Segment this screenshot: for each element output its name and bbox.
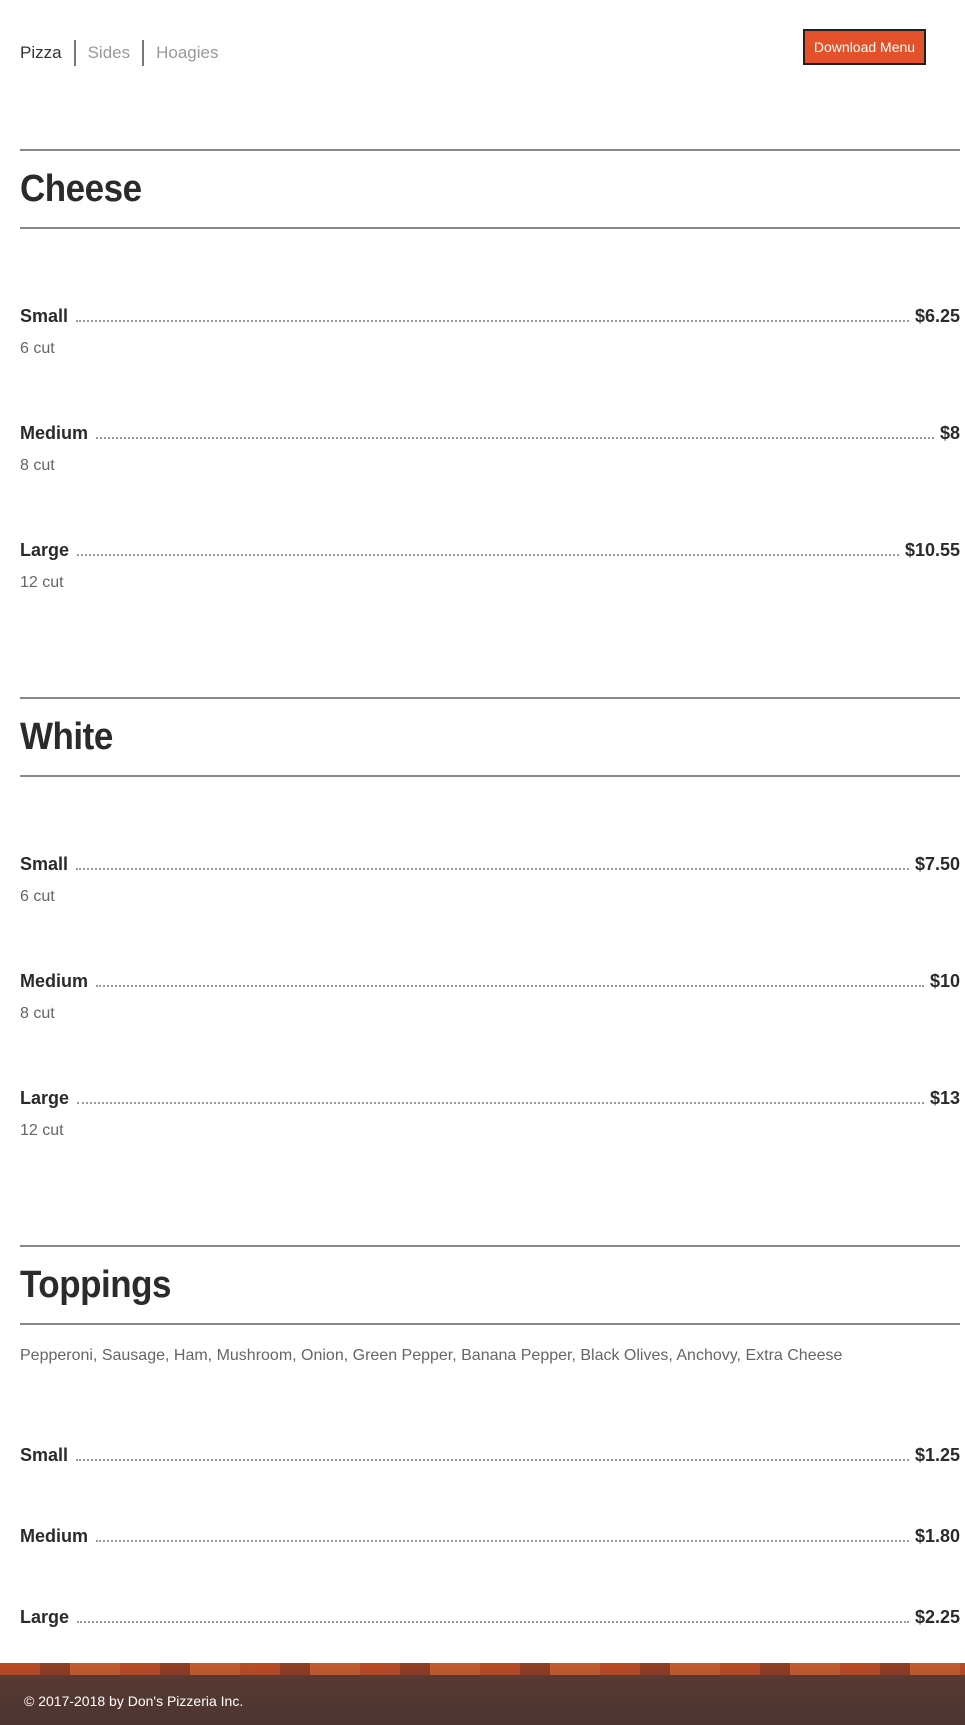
- download-menu-button[interactable]: Download Menu: [803, 29, 926, 65]
- dot-leader: [77, 1102, 924, 1104]
- item-description: 8 cut: [20, 457, 55, 474]
- item-price: $1.25: [914, 1445, 960, 1465]
- dot-leader: [77, 1621, 909, 1623]
- footer: © 2017-2018 by Don's Pizzeria Inc.: [0, 1663, 965, 1725]
- item-price: $10: [929, 971, 960, 991]
- item-name: Small: [20, 306, 69, 326]
- section-title: Toppings: [20, 1263, 172, 1306]
- item-name: Large: [20, 1088, 70, 1108]
- item-name: Medium: [20, 423, 89, 443]
- menu-item: Large $10.55 12 cut: [20, 537, 960, 592]
- item-description: 6 cut: [20, 340, 55, 357]
- section-title: Cheese: [20, 167, 142, 210]
- menu-item: Large $2.25: [20, 1604, 960, 1628]
- section-header: Toppings: [20, 1245, 960, 1325]
- menu-item: Medium $10 8 cut: [20, 968, 960, 1023]
- item-description: 12 cut: [20, 574, 64, 591]
- item-name: Medium: [20, 1526, 89, 1546]
- footer-image-strip: [0, 1663, 965, 1675]
- section-header: Cheese: [20, 149, 960, 229]
- top-bar: Pizza Sides Hoagies Download Menu: [0, 0, 965, 110]
- item-description: 12 cut: [20, 1122, 64, 1139]
- item-price: $8: [939, 423, 960, 443]
- section-title: White: [20, 715, 113, 758]
- dot-leader: [76, 1459, 909, 1461]
- item-name: Large: [20, 1607, 70, 1627]
- menu-item: Medium $1.80: [20, 1523, 960, 1547]
- section-white: White Small $7.50 6 cut Medium $10 8 cut…: [20, 697, 960, 1139]
- section-cheese: Cheese Small $6.25 6 cut Medium $8 8 cut…: [20, 149, 960, 591]
- item-name: Large: [20, 540, 70, 560]
- item-description: 6 cut: [20, 888, 55, 905]
- tab-pizza[interactable]: Pizza: [20, 40, 74, 66]
- menu-item: Small $7.50 6 cut: [20, 851, 960, 906]
- menu-item: Small $1.25: [20, 1442, 960, 1466]
- dot-leader: [96, 985, 924, 987]
- item-price: $1.80: [914, 1526, 960, 1546]
- menu-item: Small $6.25 6 cut: [20, 303, 960, 358]
- menu-tabs: Pizza Sides Hoagies: [20, 40, 230, 66]
- item-price: $2.25: [914, 1607, 960, 1627]
- menu-item: Large $13 12 cut: [20, 1085, 960, 1140]
- item-price: $7.50: [914, 854, 960, 874]
- dot-leader: [76, 320, 909, 322]
- section-header: White: [20, 697, 960, 777]
- item-name: Medium: [20, 971, 89, 991]
- dot-leader: [96, 1540, 909, 1542]
- tab-hoagies[interactable]: Hoagies: [144, 40, 230, 66]
- item-price: $13: [929, 1088, 960, 1108]
- section-toppings: Toppings Pepperoni, Sausage, Ham, Mushro…: [20, 1245, 960, 1627]
- dot-leader: [76, 868, 909, 870]
- dot-leader: [77, 554, 899, 556]
- item-price: $6.25: [914, 306, 960, 326]
- copyright-text: © 2017-2018 by Don's Pizzeria Inc.: [24, 1693, 244, 1709]
- dot-leader: [96, 437, 934, 439]
- item-name: Small: [20, 1445, 69, 1465]
- item-price: $10.55: [904, 540, 960, 560]
- item-description: 8 cut: [20, 1005, 55, 1022]
- menu-item: Medium $8 8 cut: [20, 420, 960, 475]
- toppings-list: Pepperoni, Sausage, Ham, Mushroom, Onion…: [20, 1347, 843, 1364]
- tab-sides[interactable]: Sides: [76, 40, 143, 66]
- item-name: Small: [20, 854, 69, 874]
